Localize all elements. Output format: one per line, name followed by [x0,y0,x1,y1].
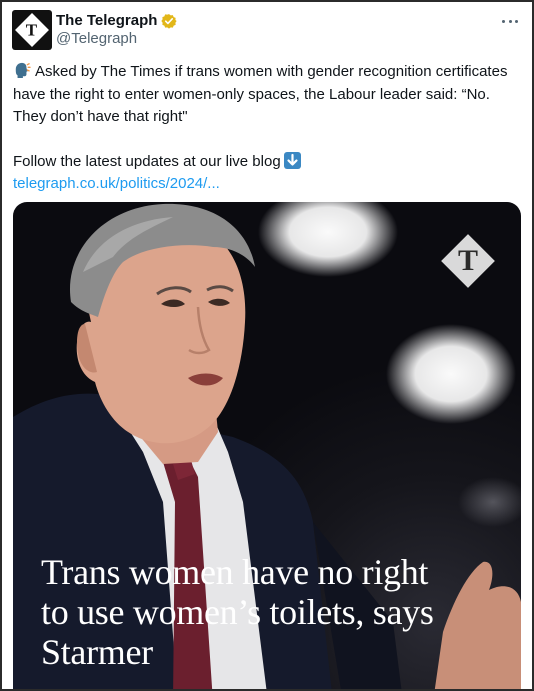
tweet-text-line-2: Follow the latest updates at our live bl… [13,152,281,170]
image-headline: Trans women have no right to use women’s… [41,552,434,672]
tweet-paragraph-2: Follow the latest updates at our live bl… [13,151,518,196]
speaking-head-icon [15,62,31,78]
account-handle[interactable]: @Telegraph [56,30,137,47]
tweet-paragraph-1: Asked by The Times if trans women with g… [13,61,518,129]
avatar-letter: T [26,20,38,40]
down-arrow-icon [283,151,301,169]
avatar[interactable]: T [12,10,52,50]
display-name[interactable]: The Telegraph [56,12,157,29]
name-row: The Telegraph [56,12,178,29]
telegraph-watermark-logo: T [441,234,495,288]
tweet-text: Asked by The Times if trans women with g… [13,61,518,196]
tweet-card[interactable]: T The Telegraph @Telegraph Asked by The … [0,0,534,691]
watermark-letter: T [457,244,478,277]
verified-badge-icon [161,13,178,29]
telegraph-logo-icon: T [15,13,49,47]
tweet-link[interactable]: telegraph.co.uk/politics/2024/... [13,173,518,196]
tweet-media-image[interactable]: T Trans women have no right to use women… [13,202,521,689]
tweet-header: T The Telegraph @Telegraph [12,10,522,52]
more-options-icon[interactable] [500,14,520,28]
tweet-text-line-1: Asked by The Times if trans women with g… [13,63,508,125]
